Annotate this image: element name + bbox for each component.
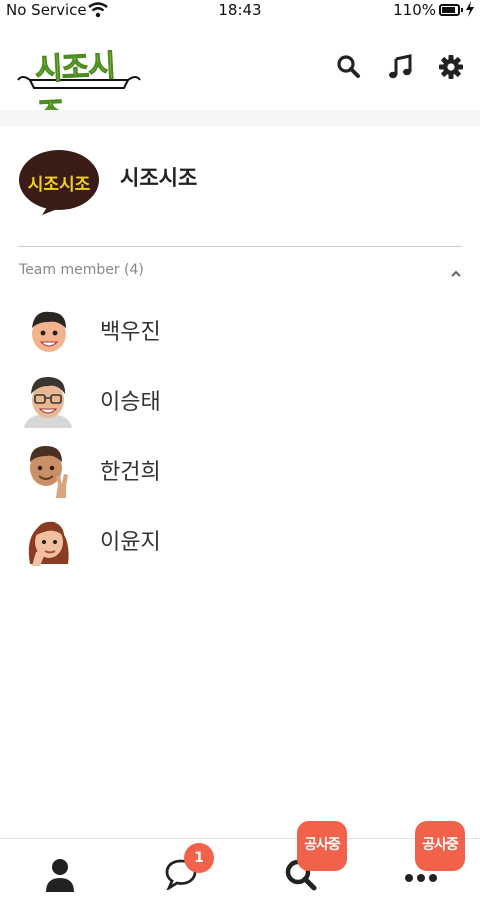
member-item[interactable]: 한건희	[18, 438, 462, 500]
unread-badge: 1	[184, 843, 214, 873]
battery-percent: 110%	[393, 1, 436, 19]
nav-more[interactable]: 공사중	[360, 821, 480, 908]
avatar-man-glasses	[22, 370, 74, 428]
member-item[interactable]: 이윤지	[18, 508, 462, 570]
divider-line	[18, 246, 462, 247]
member-item[interactable]: 백우진	[18, 298, 462, 360]
avatar-boy-smiling	[22, 300, 74, 358]
members-section-toggle[interactable]: Team member (4)	[18, 258, 462, 284]
under-construction-badge: 공사중	[415, 821, 465, 871]
nav-chat[interactable]: 1	[120, 839, 240, 908]
avatar-woman-thinking	[22, 510, 74, 568]
team-logo: 시조시조	[18, 150, 100, 216]
search-icon[interactable]	[336, 54, 362, 80]
member-name: 이승태	[100, 390, 161, 415]
members-count: (4)	[124, 262, 144, 278]
member-name: 이윤지	[100, 530, 161, 555]
avatar-man-peace-sign	[22, 440, 74, 498]
member-name: 한건희	[100, 460, 161, 485]
music-note-icon[interactable]	[387, 54, 413, 80]
chevron-up-icon[interactable]	[450, 264, 462, 277]
battery-icon	[439, 4, 463, 16]
under-construction-badge: 공사중	[297, 821, 347, 871]
team-name: 시조시조	[120, 166, 198, 190]
section-divider	[0, 110, 480, 126]
nav-search[interactable]: 공사중	[240, 821, 360, 908]
members-label: Team member	[19, 262, 120, 278]
app-header: 시조시조	[0, 22, 480, 132]
member-name: 백우진	[100, 320, 161, 345]
member-item[interactable]: 이승태	[18, 368, 462, 430]
team-logo-text: 시조시조	[27, 175, 91, 195]
app-logo[interactable]: 시조시조	[16, 40, 142, 132]
status-bar: No Service 18:43 110%	[0, 0, 480, 22]
bottom-nav: 1 공사중 공사중	[0, 821, 480, 908]
person-icon	[46, 859, 74, 892]
nav-profile[interactable]	[0, 839, 120, 908]
charging-bolt-icon	[465, 1, 475, 21]
gear-icon[interactable]	[438, 54, 464, 80]
team-header: 시조시조 시조시조	[18, 150, 462, 220]
